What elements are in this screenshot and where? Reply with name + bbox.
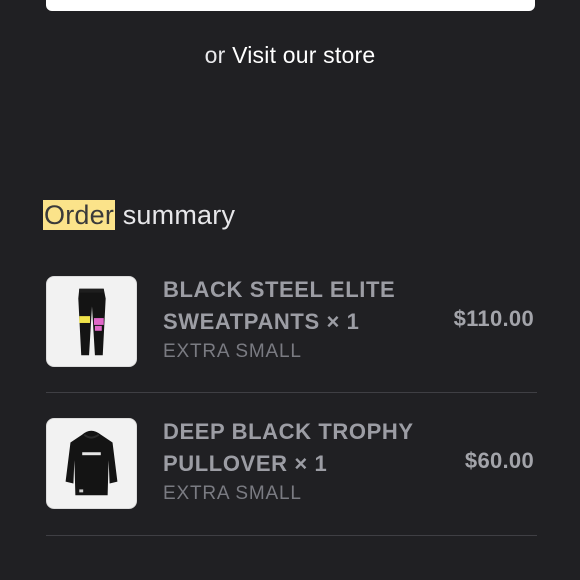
item-name-text: BLACK STEEL ELITE SWEATPANTS: [163, 277, 396, 334]
item-name: BLACK STEEL ELITE SWEATPANTS × 1: [163, 274, 423, 338]
item-variant: EXTRA SMALL: [163, 483, 302, 504]
cart-item[interactable]: DEEP BLACK TROPHY PULLOVER × 1 EXTRA SMA…: [46, 412, 537, 536]
item-name-text: DEEP BLACK TROPHY PULLOVER: [163, 419, 414, 476]
divider: [46, 535, 537, 536]
item-quantity: × 1: [294, 451, 328, 476]
item-variant: EXTRA SMALL: [163, 341, 302, 362]
cart-item[interactable]: BLACK STEEL ELITE SWEATPANTS × 1 EXTRA S…: [46, 270, 537, 394]
heading-highlight: Order: [43, 200, 116, 230]
alternate-checkout-line: or Visit our store: [0, 42, 580, 69]
alt-prefix-text: or: [204, 42, 226, 68]
item-name: DEEP BLACK TROPHY PULLOVER × 1: [163, 416, 423, 480]
order-summary-heading: Order summary: [43, 197, 235, 233]
item-price: $60.00: [464, 448, 534, 473]
sweatpants-image: [46, 276, 137, 367]
visit-store-link[interactable]: Visit our store: [232, 42, 375, 68]
item-quantity: × 1: [326, 309, 360, 334]
heading-rest: summary: [115, 200, 236, 230]
checkout-page: or Visit our store Order summary BLACK S…: [0, 0, 580, 580]
checkout-button[interactable]: [46, 0, 535, 11]
item-price: $110.00: [453, 306, 534, 331]
divider: [46, 392, 537, 393]
hoodie-image: [46, 418, 137, 509]
